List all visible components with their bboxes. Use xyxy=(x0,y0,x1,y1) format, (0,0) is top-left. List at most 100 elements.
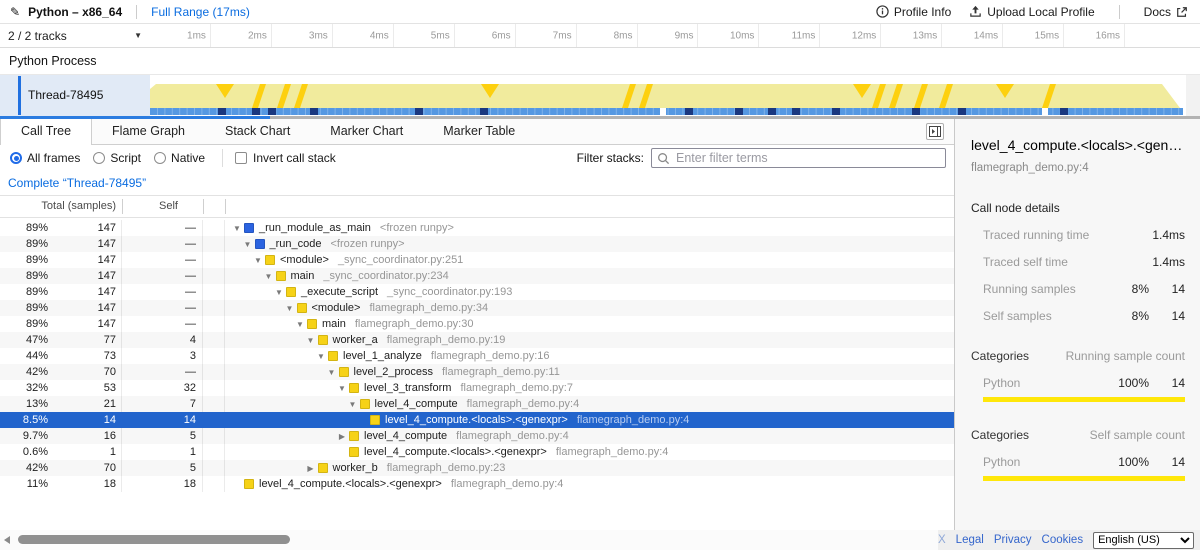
function-name: worker_b xyxy=(333,462,378,474)
table-row[interactable]: 89%147—▼<module>_sync_coordinator.py:251 xyxy=(0,252,954,268)
cell-spacer xyxy=(203,396,225,412)
function-file: <frozen runpy> xyxy=(380,222,454,234)
column-header-self[interactable]: Self xyxy=(159,200,178,212)
category-color-icon xyxy=(328,351,338,361)
process-track-label[interactable]: Python Process xyxy=(0,48,1200,75)
collapse-icon[interactable]: ▼ xyxy=(272,288,286,297)
table-row[interactable]: 89%147—▼<module>flamegraph_demo.py:34 xyxy=(0,300,954,316)
function-file: flamegraph_demo.py:4 xyxy=(456,430,569,442)
cell-spacer xyxy=(203,476,225,492)
table-row[interactable]: 13%217▼level_4_computeflamegraph_demo.py… xyxy=(0,396,954,412)
docs-link[interactable]: Docs xyxy=(1144,5,1188,19)
profile-info-button[interactable]: Profile Info xyxy=(876,5,951,19)
collapse-icon[interactable]: ▼ xyxy=(230,224,244,233)
function-name: level_3_transform xyxy=(364,382,451,394)
language-select[interactable]: English (US) xyxy=(1093,532,1194,549)
scroll-left-arrow-icon[interactable] xyxy=(4,536,10,544)
function-name: main xyxy=(291,270,315,282)
function-file: _sync_coordinator.py:193 xyxy=(387,286,512,298)
table-row[interactable]: 11%1818level_4_compute.<locals>.<genexpr… xyxy=(0,476,954,492)
cell-self: 18 xyxy=(122,476,203,492)
radio-native[interactable]: Native xyxy=(154,151,205,165)
tab-marker-chart[interactable]: Marker Chart xyxy=(310,119,423,144)
column-divider[interactable] xyxy=(225,199,226,214)
cell-spacer xyxy=(203,236,225,252)
expand-icon[interactable]: ▶ xyxy=(304,464,318,473)
table-row[interactable]: 9.7%165▶level_4_computeflamegraph_demo.p… xyxy=(0,428,954,444)
radio-script[interactable]: Script xyxy=(93,151,141,165)
category-color-icon xyxy=(244,223,254,233)
profile-title: Python – x86_64 xyxy=(28,5,122,19)
filter-stacks-input[interactable] xyxy=(651,148,946,168)
cell-total-percent: 42% xyxy=(0,366,48,378)
collapse-icon[interactable]: ▼ xyxy=(325,368,339,377)
function-name: level_4_compute xyxy=(375,398,458,410)
ruler-tick: 16ms xyxy=(150,24,1125,47)
function-file: flamegraph_demo.py:23 xyxy=(387,462,506,474)
table-row[interactable]: 89%147—▼mainflamegraph_demo.py:30 xyxy=(0,316,954,332)
tab-call-tree[interactable]: Call Tree xyxy=(0,119,92,145)
footer-close-button[interactable]: X xyxy=(938,534,946,546)
timeline-ruler-row: 2 / 2 tracks ▼ 1ms2ms3ms4ms5ms6ms7ms8ms9… xyxy=(0,24,1200,48)
sidebar-categories-header: CategoriesRunning sample count xyxy=(971,349,1185,363)
table-row[interactable]: 47%774▼worker_aflamegraph_demo.py:19 xyxy=(0,332,954,348)
search-icon xyxy=(657,152,670,165)
column-header-total[interactable]: Total (samples) xyxy=(41,200,116,212)
tracks-count-dropdown[interactable]: 2 / 2 tracks ▼ xyxy=(0,24,150,47)
cell-spacer xyxy=(203,252,225,268)
footer-link-privacy[interactable]: Privacy xyxy=(994,534,1032,546)
category-bar xyxy=(983,397,1185,402)
tab-stack-chart[interactable]: Stack Chart xyxy=(205,119,310,144)
collapse-icon[interactable]: ▼ xyxy=(314,352,328,361)
cell-self: 14 xyxy=(122,412,203,428)
cell-self: 5 xyxy=(122,428,203,444)
table-row[interactable]: 89%147—▼main_sync_coordinator.py:234 xyxy=(0,268,954,284)
sidebar-category-row: Python100%14 xyxy=(971,376,1185,390)
complete-thread-link[interactable]: Complete “Thread-78495” xyxy=(8,176,146,190)
cell-total-samples: 147 xyxy=(48,252,122,268)
expand-icon[interactable]: ▶ xyxy=(335,432,349,441)
footer-link-legal[interactable]: Legal xyxy=(956,534,984,546)
table-row[interactable]: 89%147—▼_execute_script_sync_coordinator… xyxy=(0,284,954,300)
edit-profile-name-icon[interactable]: ✎ xyxy=(10,5,20,19)
table-row[interactable]: 89%147—▼_run_module_as_main<frozen runpy… xyxy=(0,220,954,236)
collapse-icon[interactable]: ▼ xyxy=(293,320,307,329)
cell-total-samples: 1 xyxy=(48,444,122,460)
collapse-icon[interactable]: ▼ xyxy=(251,256,265,265)
sidebar-detail-row: Traced running time1.4ms xyxy=(971,228,1185,242)
column-divider[interactable] xyxy=(203,199,204,214)
collapse-icon[interactable]: ▼ xyxy=(335,384,349,393)
footer-link-cookies[interactable]: Cookies xyxy=(1042,534,1084,546)
timeline-ruler[interactable]: 1ms2ms3ms4ms5ms6ms7ms8ms9ms10ms11ms12ms1… xyxy=(150,24,1186,47)
collapse-icon[interactable]: ▼ xyxy=(241,240,255,249)
sidebar-category-row: Python100%14 xyxy=(971,455,1185,469)
scrollbar-thumb[interactable] xyxy=(18,535,290,544)
tab-marker-table[interactable]: Marker Table xyxy=(423,119,535,144)
collapse-icon[interactable]: ▼ xyxy=(304,336,318,345)
table-row[interactable]: 0.6%11level_4_compute.<locals>.<genexpr>… xyxy=(0,444,954,460)
table-row[interactable]: 32%5332▼level_3_transformflamegraph_demo… xyxy=(0,380,954,396)
collapse-icon[interactable]: ▼ xyxy=(262,272,276,281)
cell-total-samples: 70 xyxy=(48,364,122,380)
sidebar-toggle-button[interactable] xyxy=(926,123,944,140)
footer-bar: X Legal Privacy Cookies English (US) xyxy=(938,530,1200,550)
upload-profile-button[interactable]: Upload Local Profile xyxy=(969,5,1094,19)
table-row[interactable]: 44%733▼level_1_analyzeflamegraph_demo.py… xyxy=(0,348,954,364)
filter-stacks-label: Filter stacks: xyxy=(577,151,644,165)
table-row[interactable]: 8.5%1414level_4_compute.<locals>.<genexp… xyxy=(0,412,954,428)
invert-call-stack-checkbox[interactable]: Invert call stack xyxy=(235,151,336,165)
tab-flame-graph[interactable]: Flame Graph xyxy=(92,119,205,144)
cell-self: 3 xyxy=(122,348,203,364)
collapse-icon[interactable]: ▼ xyxy=(346,400,360,409)
radio-all-frames[interactable]: All frames xyxy=(10,151,80,165)
thread-activity-graph[interactable] xyxy=(150,75,1186,116)
full-range-link[interactable]: Full Range (17ms) xyxy=(151,5,250,19)
table-row[interactable]: 42%70—▼level_2_processflamegraph_demo.py… xyxy=(0,364,954,380)
thread-track-label[interactable]: Thread-78495 xyxy=(0,75,150,116)
collapse-icon[interactable]: ▼ xyxy=(283,304,297,313)
horizontal-scrollbar[interactable] xyxy=(0,530,938,550)
table-row[interactable]: 42%705▶worker_bflamegraph_demo.py:23 xyxy=(0,460,954,476)
column-divider[interactable] xyxy=(122,199,123,214)
table-row[interactable]: 89%147—▼_run_code<frozen runpy> xyxy=(0,236,954,252)
thread-track[interactable]: Thread-78495 xyxy=(0,75,1200,116)
